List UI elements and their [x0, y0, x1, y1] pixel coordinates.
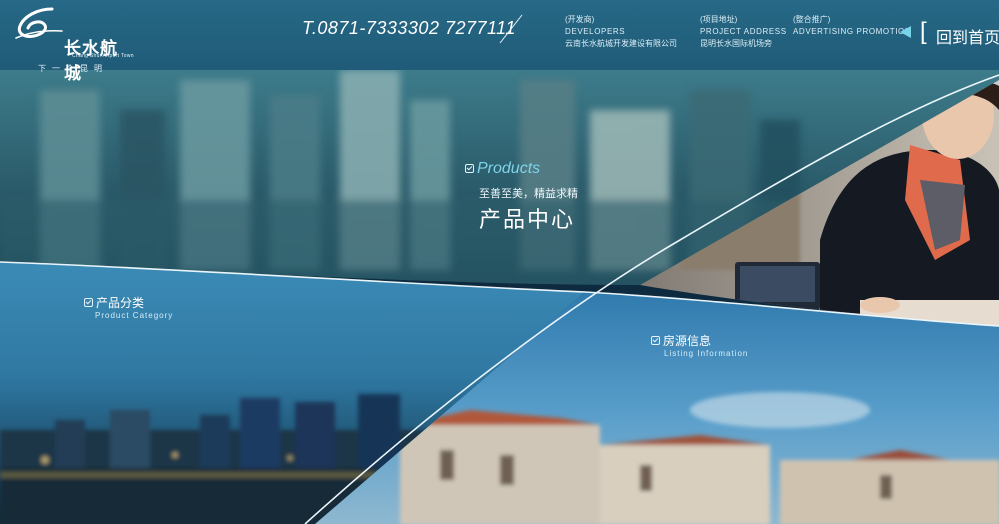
logo-english-text: Chang Shui Airport Town — [72, 53, 134, 59]
category-cn-title: 产品分类 — [96, 296, 145, 310]
promotion-info: (整合推广) ADVERTISING PROMOTION — [793, 14, 911, 38]
logo-mark-icon — [15, 7, 63, 39]
promotion-en-label: ADVERTISING PROMOTION — [793, 27, 912, 36]
developer-name: 云南长水航城开发建设有限公司 — [565, 39, 677, 48]
logo-brand-text: 长水航城 — [64, 39, 118, 83]
project-address-info: (项目地址) PROJECT ADDRESS 昆明长水国际机场旁 — [700, 14, 787, 50]
checkbox-icon — [651, 336, 660, 346]
divider-slash — [499, 14, 523, 44]
page-stage: 长水航城 Chang Shui Airport Town 下一个昆明 T.087… — [0, 0, 999, 524]
developer-cn-label: (开发商) — [565, 15, 595, 24]
products-section-link[interactable]: Products 至善至美，精益求精 产品中心 — [465, 160, 578, 232]
listing-en-title: Listing Information — [664, 349, 749, 358]
product-category-link[interactable]: 产品分类 Product Category — [84, 294, 172, 320]
checkbox-icon — [84, 298, 93, 308]
promotion-cn-label: (整合推广) — [793, 15, 831, 24]
developer-info: (开发商) DEVELOPERS 云南长水航城开发建设有限公司 — [565, 14, 677, 50]
project-cn-label: (项目地址) — [700, 15, 738, 24]
products-en-title: Products — [477, 160, 541, 177]
checkbox-icon — [465, 164, 474, 174]
project-en-label: PROJECT ADDRESS — [700, 27, 787, 36]
category-en-title: Product Category — [95, 311, 174, 320]
background-panels — [0, 70, 999, 524]
home-link-label: 回到首页 — [936, 30, 999, 47]
home-bracket: [ — [920, 18, 927, 45]
header-bar: 长水航城 Chang Shui Airport Town 下一个昆明 T.087… — [0, 0, 999, 83]
logo-slogan: 下一个昆明 — [38, 64, 108, 73]
arrow-left-icon — [900, 26, 911, 38]
project-address: 昆明长水国际机场旁 — [700, 39, 772, 48]
phone-number: T.0871-7333302 7277111 — [302, 18, 516, 38]
brand-logo[interactable]: 长水航城 Chang Shui Airport Town 下一个昆明 — [14, 6, 134, 83]
listing-info-link[interactable]: 房源信息 Listing Information — [651, 332, 747, 358]
products-title: 产品中心 — [479, 207, 576, 232]
products-subtitle: 至善至美，精益求精 — [479, 188, 578, 200]
listing-cn-title: 房源信息 — [663, 334, 712, 348]
developer-en-label: DEVELOPERS — [565, 27, 626, 36]
